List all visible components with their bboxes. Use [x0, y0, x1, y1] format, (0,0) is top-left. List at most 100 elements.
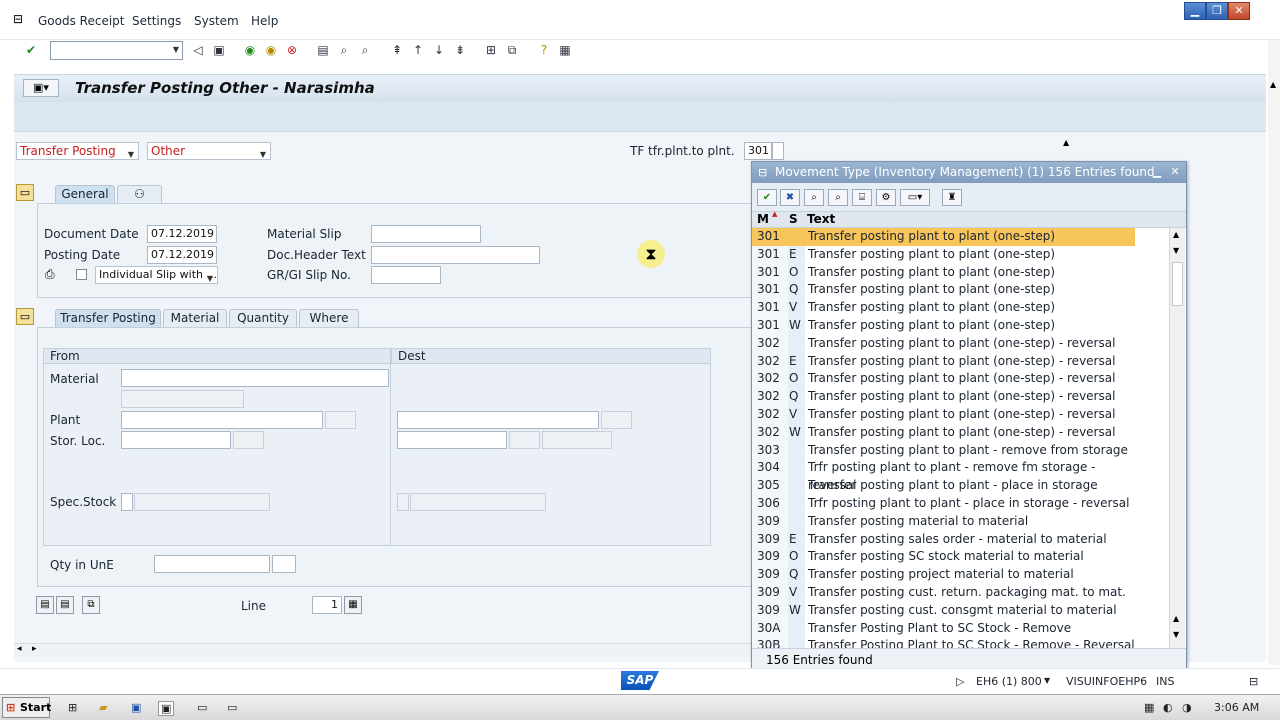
menu-icon[interactable]: ⊟ [13, 12, 23, 26]
popup-find-icon[interactable]: ⌕ [804, 189, 824, 206]
tray-volume-icon[interactable]: ◑ [1182, 701, 1192, 714]
item-detail-icon[interactable]: ▤ [36, 596, 54, 614]
item-delete-icon[interactable]: ▤ [56, 596, 74, 614]
posting-date-field[interactable]: 07.12.2019 [147, 246, 217, 264]
restore-icon[interactable]: ❐ [1206, 2, 1228, 20]
popup-print-icon[interactable]: ▭▾ [900, 189, 930, 206]
minimize-icon[interactable]: ▁ [1184, 2, 1206, 20]
reference-dropdown[interactable]: Other ▼ [147, 142, 271, 160]
spec-stock-field[interactable] [121, 493, 133, 511]
prev-page-icon[interactable]: ↑ [410, 42, 426, 58]
system-info[interactable]: EH6 (1) 800 [976, 675, 1042, 688]
back-arrow-icon[interactable]: ◁ [190, 42, 206, 58]
horizontal-scrollbar[interactable]: ◂ ▸ [14, 643, 754, 657]
column-text-header[interactable]: Text [807, 212, 835, 226]
list-item[interactable]: 301 Q Transfer posting plant to plant (one… [752, 281, 1135, 300]
list-item[interactable]: 305 Transfer posting plant to plant - pla… [752, 477, 1135, 495]
item-copy-icon[interactable]: ⧉ [82, 596, 100, 614]
list-item[interactable]: 309 E Transfer posting sales order - mater… [752, 530, 1135, 549]
material-field[interactable] [121, 369, 389, 387]
printer-icon[interactable]: ⎙ [45, 267, 55, 282]
popup-personalize-icon[interactable]: ♜ [942, 189, 962, 206]
shortcut-icon[interactable]: ⧉ [504, 42, 520, 58]
start-button[interactable]: ⊞ Start [2, 697, 51, 718]
stor-loc-field[interactable] [121, 431, 231, 449]
tray-speaker-icon[interactable]: ◐ [1163, 701, 1173, 714]
lock-icon[interactable]: ⊟ [1249, 675, 1258, 688]
tab-quantity[interactable]: Quantity [229, 309, 297, 327]
menu-goods-receipt[interactable]: Goods Receipt [38, 14, 124, 28]
print-icon[interactable]: ▤ [315, 42, 331, 58]
list-item[interactable]: 301 O Transfer posting plant to plant (one… [752, 263, 1135, 282]
tab-where[interactable]: Where [299, 309, 359, 327]
print-checkbox[interactable] [76, 269, 87, 280]
popup-vertical-scrollbar[interactable]: ▲ ▼ ▲ ▼ [1169, 228, 1185, 648]
grgi-slip-field[interactable] [371, 266, 441, 284]
doc-header-text-field[interactable] [371, 246, 540, 264]
list-item[interactable]: 301 Transfer posting plant to plant (one-… [752, 228, 1135, 246]
column-s-header[interactable]: S [789, 212, 798, 226]
menu-button[interactable]: ▣▾ [23, 79, 59, 97]
last-page-icon[interactable]: ⇟ [452, 42, 468, 58]
app-icon[interactable]: ▣ [131, 701, 141, 714]
list-item[interactable]: 30A Transfer Posting Plant to SC Stock - … [752, 619, 1135, 638]
notes-icon[interactable]: ▭ [197, 701, 207, 714]
line-go-icon[interactable]: ▦ [344, 596, 362, 614]
collapse-up-icon[interactable]: ▲ [1063, 138, 1069, 147]
document-date-field[interactable]: 07.12.2019 [147, 225, 217, 243]
list-item[interactable]: 301 E Transfer posting plant to plant (one… [752, 245, 1135, 264]
dest-plant-field[interactable] [397, 411, 599, 429]
list-item[interactable]: 302 O Transfer posting plant to plant (one… [752, 370, 1135, 389]
popup-close-icon[interactable]: ✕ [1168, 165, 1182, 179]
find-next-icon[interactable]: ⌕ [357, 42, 373, 58]
enter-check-icon[interactable]: ✔ [23, 42, 39, 58]
list-item[interactable]: 309 W Transfer posting cust. consgmt mater… [752, 601, 1135, 620]
chevron-down-icon[interactable]: ▼ [1044, 676, 1050, 685]
plant-field[interactable] [121, 411, 323, 429]
list-item[interactable]: 30B Transfer Posting Plant to SC Stock - … [752, 637, 1135, 648]
sap-window-icon[interactable]: ▣ [158, 701, 175, 716]
cancel-icon[interactable]: ⊗ [284, 42, 300, 58]
help-icon[interactable]: ? [536, 42, 552, 58]
tab-partner[interactable]: ⚇ [117, 185, 162, 203]
popup-scroll-up-bottom-icon[interactable]: ▲ [1173, 614, 1179, 623]
popup-scroll-down-bottom-icon[interactable]: ▼ [1173, 630, 1179, 639]
tab-transfer-posting[interactable]: Transfer Posting [55, 309, 161, 327]
menu-settings[interactable]: Settings [132, 14, 181, 28]
movement-type-help-field[interactable] [772, 142, 784, 160]
popup-find-next-icon[interactable]: ⌕ [828, 189, 848, 206]
list-item[interactable]: 304 Trfr posting plant to plant - remove … [752, 459, 1135, 492]
scroll-left-icon[interactable]: ◂ [17, 644, 22, 654]
exit-icon[interactable]: ◉ [263, 42, 279, 58]
qty-field[interactable] [154, 555, 270, 573]
unit-field[interactable] [272, 555, 296, 573]
material-slip-field[interactable] [371, 225, 481, 243]
tab-material[interactable]: Material [163, 309, 227, 327]
popup-cancel-icon[interactable]: ✖ [780, 189, 800, 206]
next-page-icon[interactable]: ↓ [431, 42, 447, 58]
popup-filter-icon[interactable]: ⌸ [852, 189, 872, 206]
back-icon[interactable]: ◉ [242, 42, 258, 58]
terminal-icon[interactable]: ▭ [227, 701, 237, 714]
list-item[interactable]: 309 Transfer posting material to material [752, 512, 1135, 531]
scroll-right-icon[interactable]: ▸ [32, 644, 37, 654]
movement-type-field[interactable]: 301 [744, 142, 772, 160]
list-item[interactable]: 309 Q Transfer posting project material to… [752, 566, 1135, 584]
popup-scroll-up-icon[interactable]: ▲ [1173, 230, 1179, 239]
popup-minimize-icon[interactable]: ▁ [1150, 165, 1164, 179]
line-field[interactable]: 1 [312, 596, 342, 614]
list-item[interactable]: 302 Q Transfer posting plant to plant (one… [752, 388, 1135, 406]
list-item[interactable]: 302 Transfer posting plant to plant (one-… [752, 334, 1135, 353]
action-dropdown[interactable]: Transfer Posting ▼ [16, 142, 139, 160]
list-item[interactable]: 301 V Transfer posting plant to plant (one… [752, 299, 1135, 317]
layout-menu-icon[interactable]: ▦ [557, 42, 573, 58]
vertical-scrollbar[interactable]: ▲ [1268, 40, 1280, 665]
list-item[interactable]: 309 V Transfer posting cust. return. packa… [752, 584, 1135, 602]
popup-confirm-icon[interactable]: ✔ [757, 189, 777, 206]
first-page-icon[interactable]: ⇞ [389, 42, 405, 58]
save-icon[interactable]: ▣ [211, 42, 227, 58]
tab-general[interactable]: General [55, 185, 115, 203]
find-icon[interactable]: ⌕ [336, 42, 352, 58]
list-item[interactable]: 309 O Transfer posting SC stock material t… [752, 548, 1135, 567]
column-m-header[interactable]: M [757, 212, 769, 226]
